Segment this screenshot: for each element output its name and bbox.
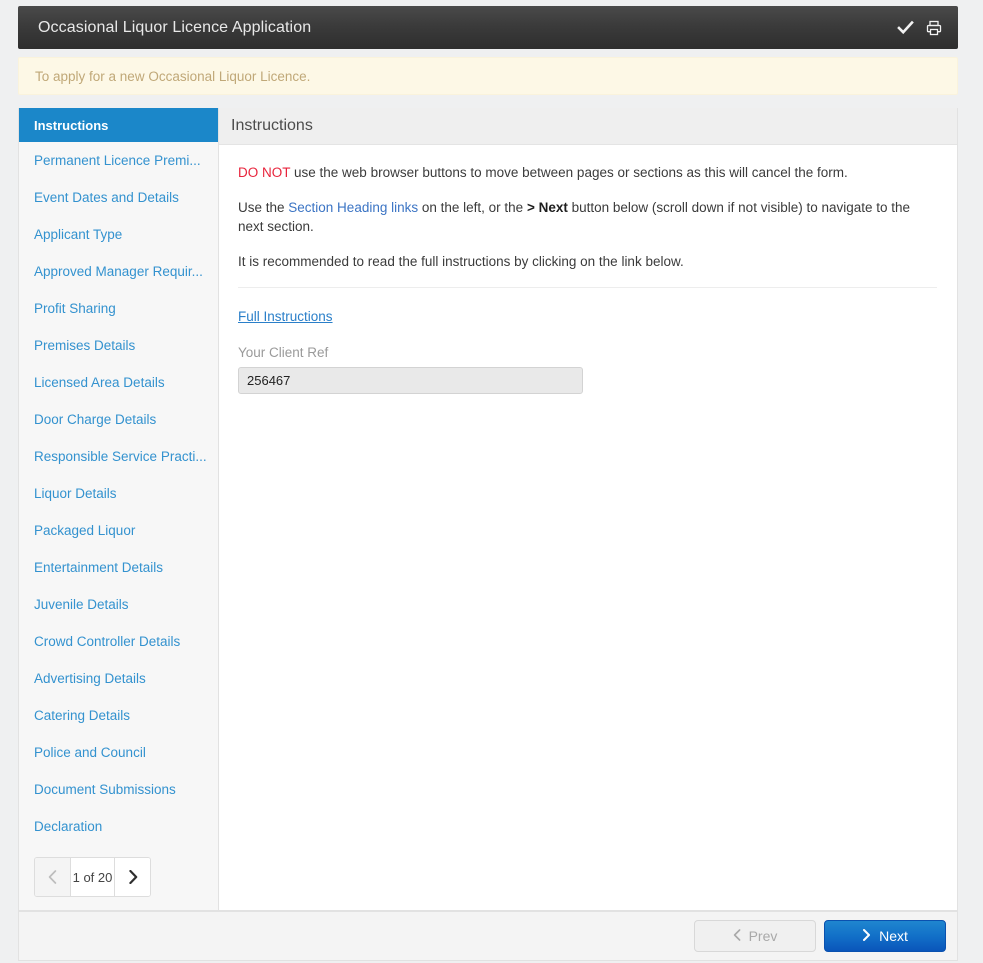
notice-banner: To apply for a new Occasional Liquor Lic… [18,57,958,95]
content-divider [238,287,937,288]
sidebar-item-label: Door Charge Details [34,412,157,427]
content-panel: Instructions DO NOT use the web browser … [219,108,957,910]
sidebar-item-label: Licensed Area Details [34,375,165,390]
section-heading-links-link[interactable]: Section Heading links [288,200,418,215]
sidebar-item-label: Advertising Details [34,671,146,686]
sidebar-item-label: Event Dates and Details [34,190,179,205]
sidebar-item-label: Liquor Details [34,486,117,501]
sidebar-item-declaration[interactable]: Declaration [19,808,218,845]
page-title: Occasional Liquor Licence Application [38,18,312,36]
main-body: Instructions Permanent Licence Premi... Ev… [18,108,958,911]
sidebar-item-document-submissions[interactable]: Document Submissions [19,771,218,808]
sidebar-item-label: Catering Details [34,708,131,723]
sidebar-item-label: Declaration [34,819,103,834]
sidebar-item-label: Profit Sharing [34,301,116,316]
check-icon[interactable] [897,19,914,36]
sidebar-item-permanent-licence-premi[interactable]: Permanent Licence Premi... [19,142,218,179]
sidebar-item-label: Document Submissions [34,782,176,797]
paragraph-2-part1: Use the [238,200,289,215]
sidebar-item-licensed-area-details[interactable]: Licensed Area Details [19,364,218,401]
pager-prev-button[interactable] [35,858,71,896]
sidebar-item-instructions[interactable]: Instructions [19,108,218,142]
content-header-title: Instructions [219,108,957,145]
sidebar-item-label: Applicant Type [34,227,123,242]
section-sidebar: Instructions Permanent Licence Premi... Ev… [19,108,219,910]
client-ref-input[interactable] [238,367,583,394]
sidebar-item-applicant-type[interactable]: Applicant Type [19,216,218,253]
sidebar-item-label: Responsible Service Practi... [34,449,207,464]
sidebar-item-profit-sharing[interactable]: Profit Sharing [19,290,218,327]
printer-icon[interactable] [925,19,942,36]
full-instructions-link[interactable]: Full Instructions [238,309,333,324]
sidebar-item-label: Permanent Licence Premi... [34,153,201,168]
notice-text: To apply for a new Occasional Liquor Lic… [35,68,311,84]
sidebar-item-responsible-service-practi[interactable]: Responsible Service Practi... [19,438,218,475]
section-nav-list: Instructions Permanent Licence Premi... Ev… [19,108,218,845]
instruction-paragraph-1: DO NOT use the web browser buttons to mo… [238,163,937,182]
sidebar-item-crowd-controller-details[interactable]: Crowd Controller Details [19,623,218,660]
sidebar-item-juvenile-details[interactable]: Juvenile Details [19,586,218,623]
instruction-paragraph-2: Use the Section Heading links on the lef… [238,198,937,236]
prev-button-label: Prev [748,928,778,944]
sidebar-item-label: Approved Manager Requir... [34,264,203,279]
sidebar-item-advertising-details[interactable]: Advertising Details [19,660,218,697]
titlebar-actions [897,19,942,36]
sidebar-item-door-charge-details[interactable]: Door Charge Details [19,401,218,438]
sidebar-item-entertainment-details[interactable]: Entertainment Details [19,549,218,586]
do-not-emphasis: DO NOT [238,165,291,180]
paragraph-1-rest: use the web browser buttons to move betw… [290,165,848,180]
content-inner: DO NOT use the web browser buttons to mo… [219,145,957,394]
chevron-left-icon [733,928,741,944]
sidebar-item-catering-details[interactable]: Catering Details [19,697,218,734]
sidebar-item-label: Juvenile Details [34,597,129,612]
sidebar-item-label: Premises Details [34,338,136,353]
sidebar-item-police-and-council[interactable]: Police and Council [19,734,218,771]
next-button[interactable]: Next [824,920,946,952]
pager-label: 1 of 20 [71,858,114,896]
chevron-right-icon [862,928,871,944]
next-button-label: Next [879,928,908,944]
sidebar-item-packaged-liquor[interactable]: Packaged Liquor [19,512,218,549]
sidebar-item-label: Entertainment Details [34,560,164,575]
sidebar-item-label: Police and Council [34,745,146,760]
application-page: Occasional Liquor Licence Application To… [0,0,983,963]
sidebar-item-label: Crowd Controller Details [34,634,181,649]
sidebar-item-event-dates-and-details[interactable]: Event Dates and Details [19,179,218,216]
sidebar-item-liquor-details[interactable]: Liquor Details [19,475,218,512]
next-button-reference: > Next [526,200,568,215]
sidebar-item-label: Packaged Liquor [34,523,136,538]
pager-next-button[interactable] [114,858,150,896]
prev-button[interactable]: Prev [694,920,816,952]
titlebar: Occasional Liquor Licence Application [18,6,958,49]
sidebar-item-approved-manager-requir[interactable]: Approved Manager Requir... [19,253,218,290]
form-footer: Prev Next [18,911,958,961]
sidebar-item-label: Instructions [34,117,109,133]
section-pager: 1 of 20 [34,857,151,897]
sidebar-item-premises-details[interactable]: Premises Details [19,327,218,364]
instruction-paragraph-3: It is recommended to read the full instr… [238,254,684,269]
paragraph-2-part2: on the left, or the [418,200,527,215]
client-ref-label: Your Client Ref [238,345,329,360]
